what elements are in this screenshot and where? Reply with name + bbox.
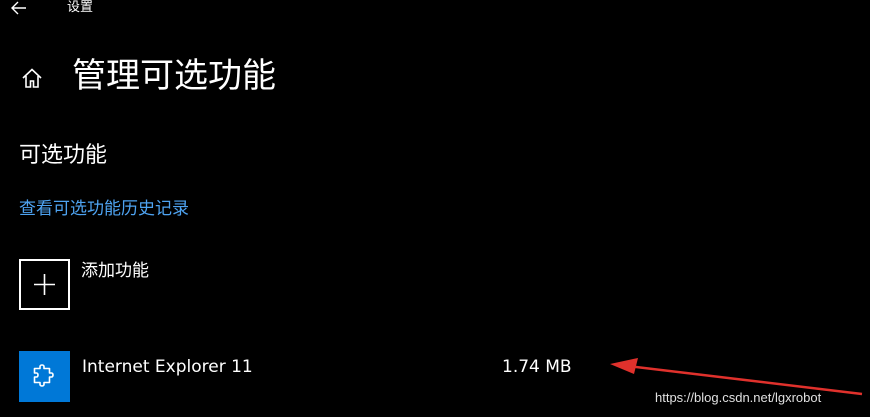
section-title: 可选功能 (19, 143, 108, 168)
watermark-text: https://blog.csdn.net/lgxrobot (655, 390, 822, 405)
plus-icon (19, 259, 70, 310)
page-title: 管理可选功能 (72, 56, 276, 96)
view-history-link[interactable]: 查看可选功能历史记录 (19, 197, 189, 221)
puzzle-piece-icon (19, 351, 70, 402)
feature-name: Internet Explorer 11 (82, 357, 253, 377)
add-feature-button[interactable]: 添加功能 (19, 259, 319, 311)
arrow-left-icon[interactable] (11, 0, 27, 15)
home-icon[interactable] (21, 67, 43, 89)
feature-item-internet-explorer[interactable]: Internet Explorer 11 1.74 MB (19, 351, 579, 403)
feature-size: 1.74 MB (502, 357, 572, 377)
app-title: 设置 (67, 0, 94, 15)
add-feature-label: 添加功能 (81, 261, 149, 281)
settings-page: 设置 管理可选功能 可选功能 查看可选功能历史记录 添加功能 Internet … (0, 0, 870, 417)
